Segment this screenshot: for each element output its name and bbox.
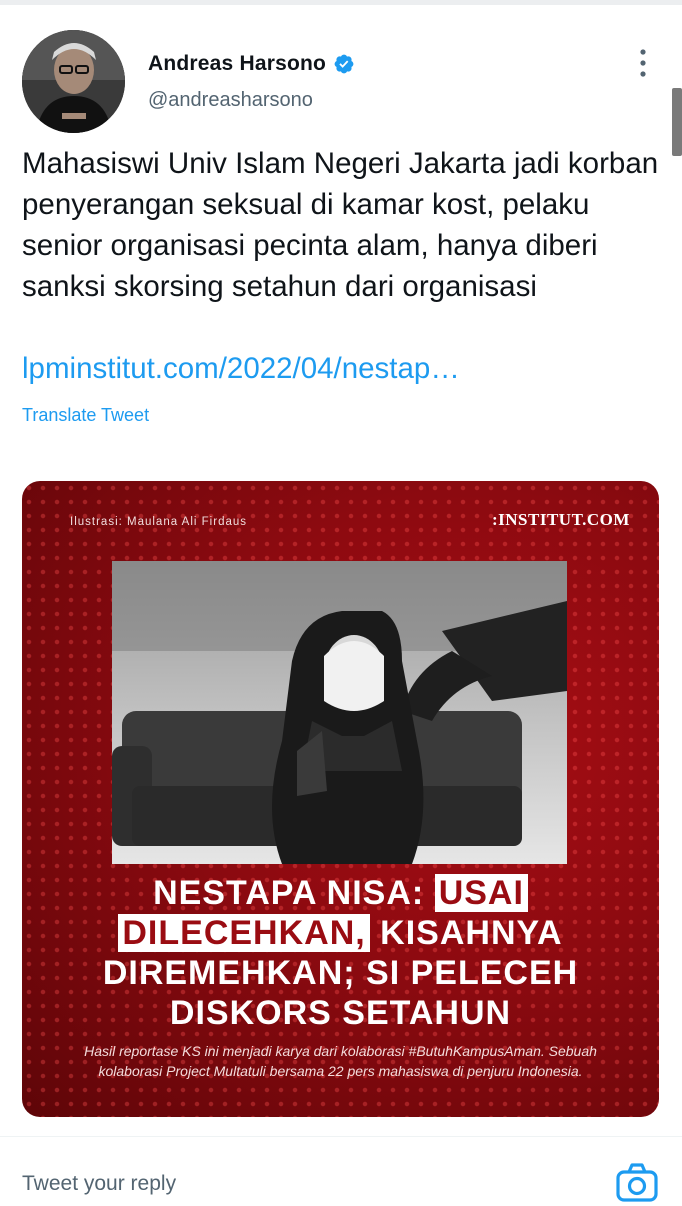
illustration-credit: Ilustrasi: Maulana Ali Firdaus [70, 516, 248, 528]
tweet-link[interactable]: lpminstitut.com/2022/04/nestap… [22, 348, 460, 389]
verified-badge-icon [334, 54, 354, 74]
headline-part-1: NESTAPA NISA: [153, 874, 435, 912]
author-name[interactable]: Andreas Harsono [148, 52, 326, 76]
top-divider [0, 0, 682, 5]
author-row[interactable]: Andreas Harsono [148, 52, 355, 76]
brand-logo: :INSTITUT.COM [492, 510, 630, 529]
headline-highlight-1: USAI [434, 874, 528, 912]
reply-input[interactable]: Tweet your reply [22, 1172, 176, 1196]
headline-line-3: DIREMEHKAN; SI PELECEH [102, 954, 579, 992]
more-options-icon[interactable] [631, 46, 655, 80]
headline-line-2: DILECEHKAN, KISAHNYA [22, 913, 659, 953]
scrollbar[interactable] [672, 88, 682, 156]
headline-line-1: NESTAPA NISA: USAI [22, 873, 659, 913]
reply-divider [0, 1136, 682, 1137]
headline-part-2: KISAHNYA [369, 914, 563, 952]
headline-line-4: DISKORS SETAHUN [169, 994, 512, 1032]
avatar[interactable] [22, 30, 125, 133]
translate-tweet-link[interactable]: Translate Tweet [22, 405, 149, 426]
camera-icon[interactable] [614, 1160, 660, 1206]
author-handle[interactable]: @andreasharsono [148, 89, 313, 112]
card-caption: Hasil reportase KS ini menjadi karya dar… [84, 1043, 597, 1079]
card-headline: NESTAPA NISA: USAI DILECEHKAN, KISAHNYA … [22, 873, 659, 1033]
headline-highlight-2: DILECEHKAN, [118, 914, 370, 952]
media-card[interactable]: Ilustrasi: Maulana Ali Firdaus :INSTITUT… [22, 481, 659, 1117]
card-illustration [112, 561, 567, 864]
tweet-text: Mahasiswi Univ Islam Negeri Jakarta jadi… [22, 147, 667, 303]
avatar-photo [22, 30, 125, 133]
